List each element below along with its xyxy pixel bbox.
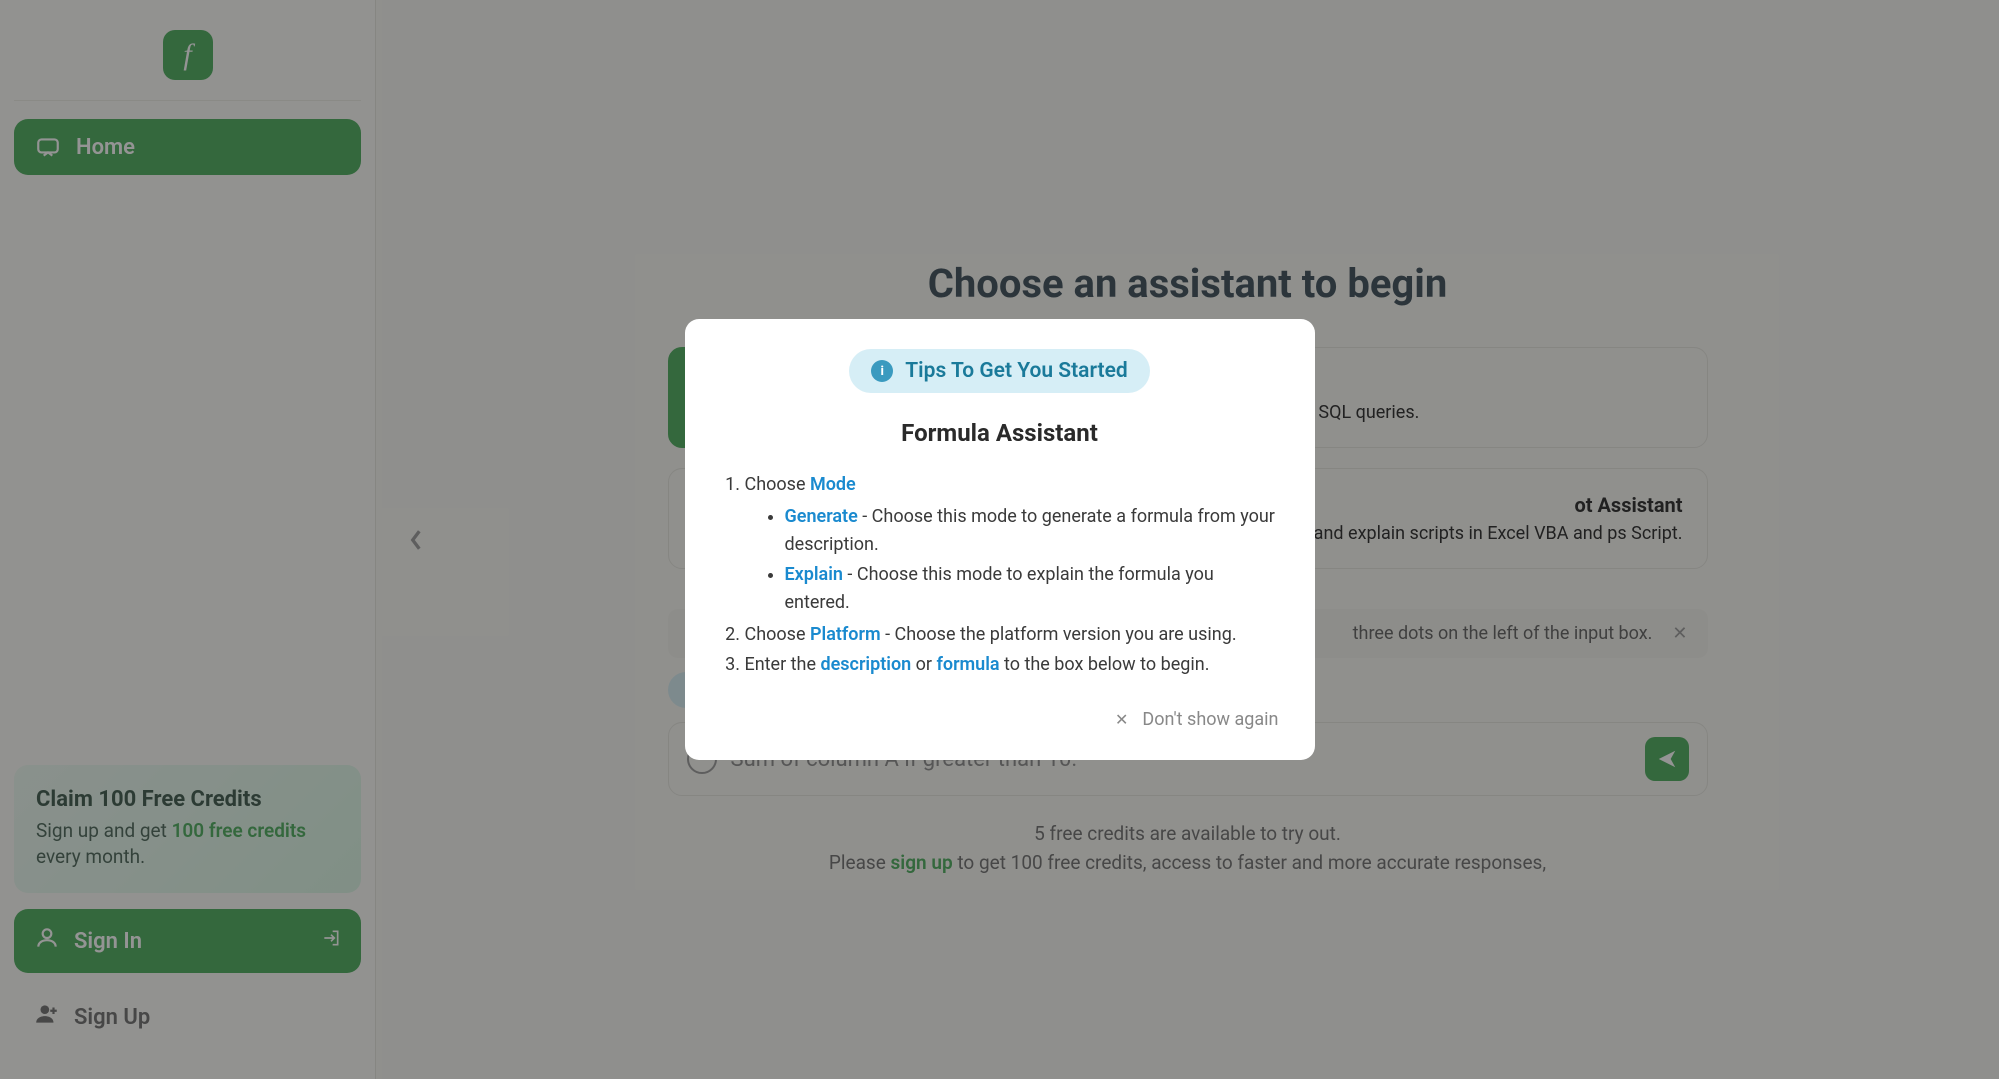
step2-text: - Choose the platform version you are us… (881, 624, 1237, 645)
step-3: Enter the description or formula to the … (745, 651, 1279, 679)
sub-generate: Generate - Choose this mode to generate … (785, 503, 1279, 559)
modal-body: Choose Mode Generate - Choose this mode … (721, 471, 1279, 678)
step3-mid: or (911, 654, 936, 675)
dont-show-label: Don't show again (1142, 709, 1278, 730)
badge-text: Tips To Get You Started (905, 359, 1127, 383)
modal-badge-wrap: i Tips To Get You Started (721, 349, 1279, 393)
explain-kw: Explain (785, 564, 843, 585)
modal-overlay[interactable]: i Tips To Get You Started Formula Assist… (0, 0, 1999, 1079)
step3-description-kw: description (820, 654, 911, 675)
step1-prefix: Choose (745, 474, 810, 495)
explain-text: - Choose this mode to explain the formul… (785, 564, 1214, 613)
tips-modal: i Tips To Get You Started Formula Assist… (685, 319, 1315, 759)
step-2: Choose Platform - Choose the platform ve… (745, 621, 1279, 649)
step1-mode-kw: Mode (810, 474, 856, 495)
sub-explain: Explain - Choose this mode to explain th… (785, 561, 1279, 617)
generate-kw: Generate (785, 506, 858, 527)
step2-platform-kw: Platform (810, 624, 881, 645)
step1-sublist: Generate - Choose this mode to generate … (745, 503, 1279, 617)
step-1: Choose Mode Generate - Choose this mode … (745, 471, 1279, 616)
modal-steps: Choose Mode Generate - Choose this mode … (721, 471, 1279, 678)
step3-prefix: Enter the (745, 654, 821, 675)
dont-show-again-button[interactable]: ✕ Don't show again (721, 709, 1279, 730)
step2-prefix: Choose (745, 624, 810, 645)
tips-badge: i Tips To Get You Started (849, 349, 1149, 393)
step3-text: to the box below to begin. (1000, 654, 1210, 675)
close-icon: ✕ (1115, 710, 1128, 729)
step3-formula-kw: formula (936, 654, 999, 675)
modal-title: Formula Assistant (721, 419, 1279, 447)
generate-text: - Choose this mode to generate a formula… (785, 506, 1275, 555)
info-icon: i (871, 360, 893, 382)
